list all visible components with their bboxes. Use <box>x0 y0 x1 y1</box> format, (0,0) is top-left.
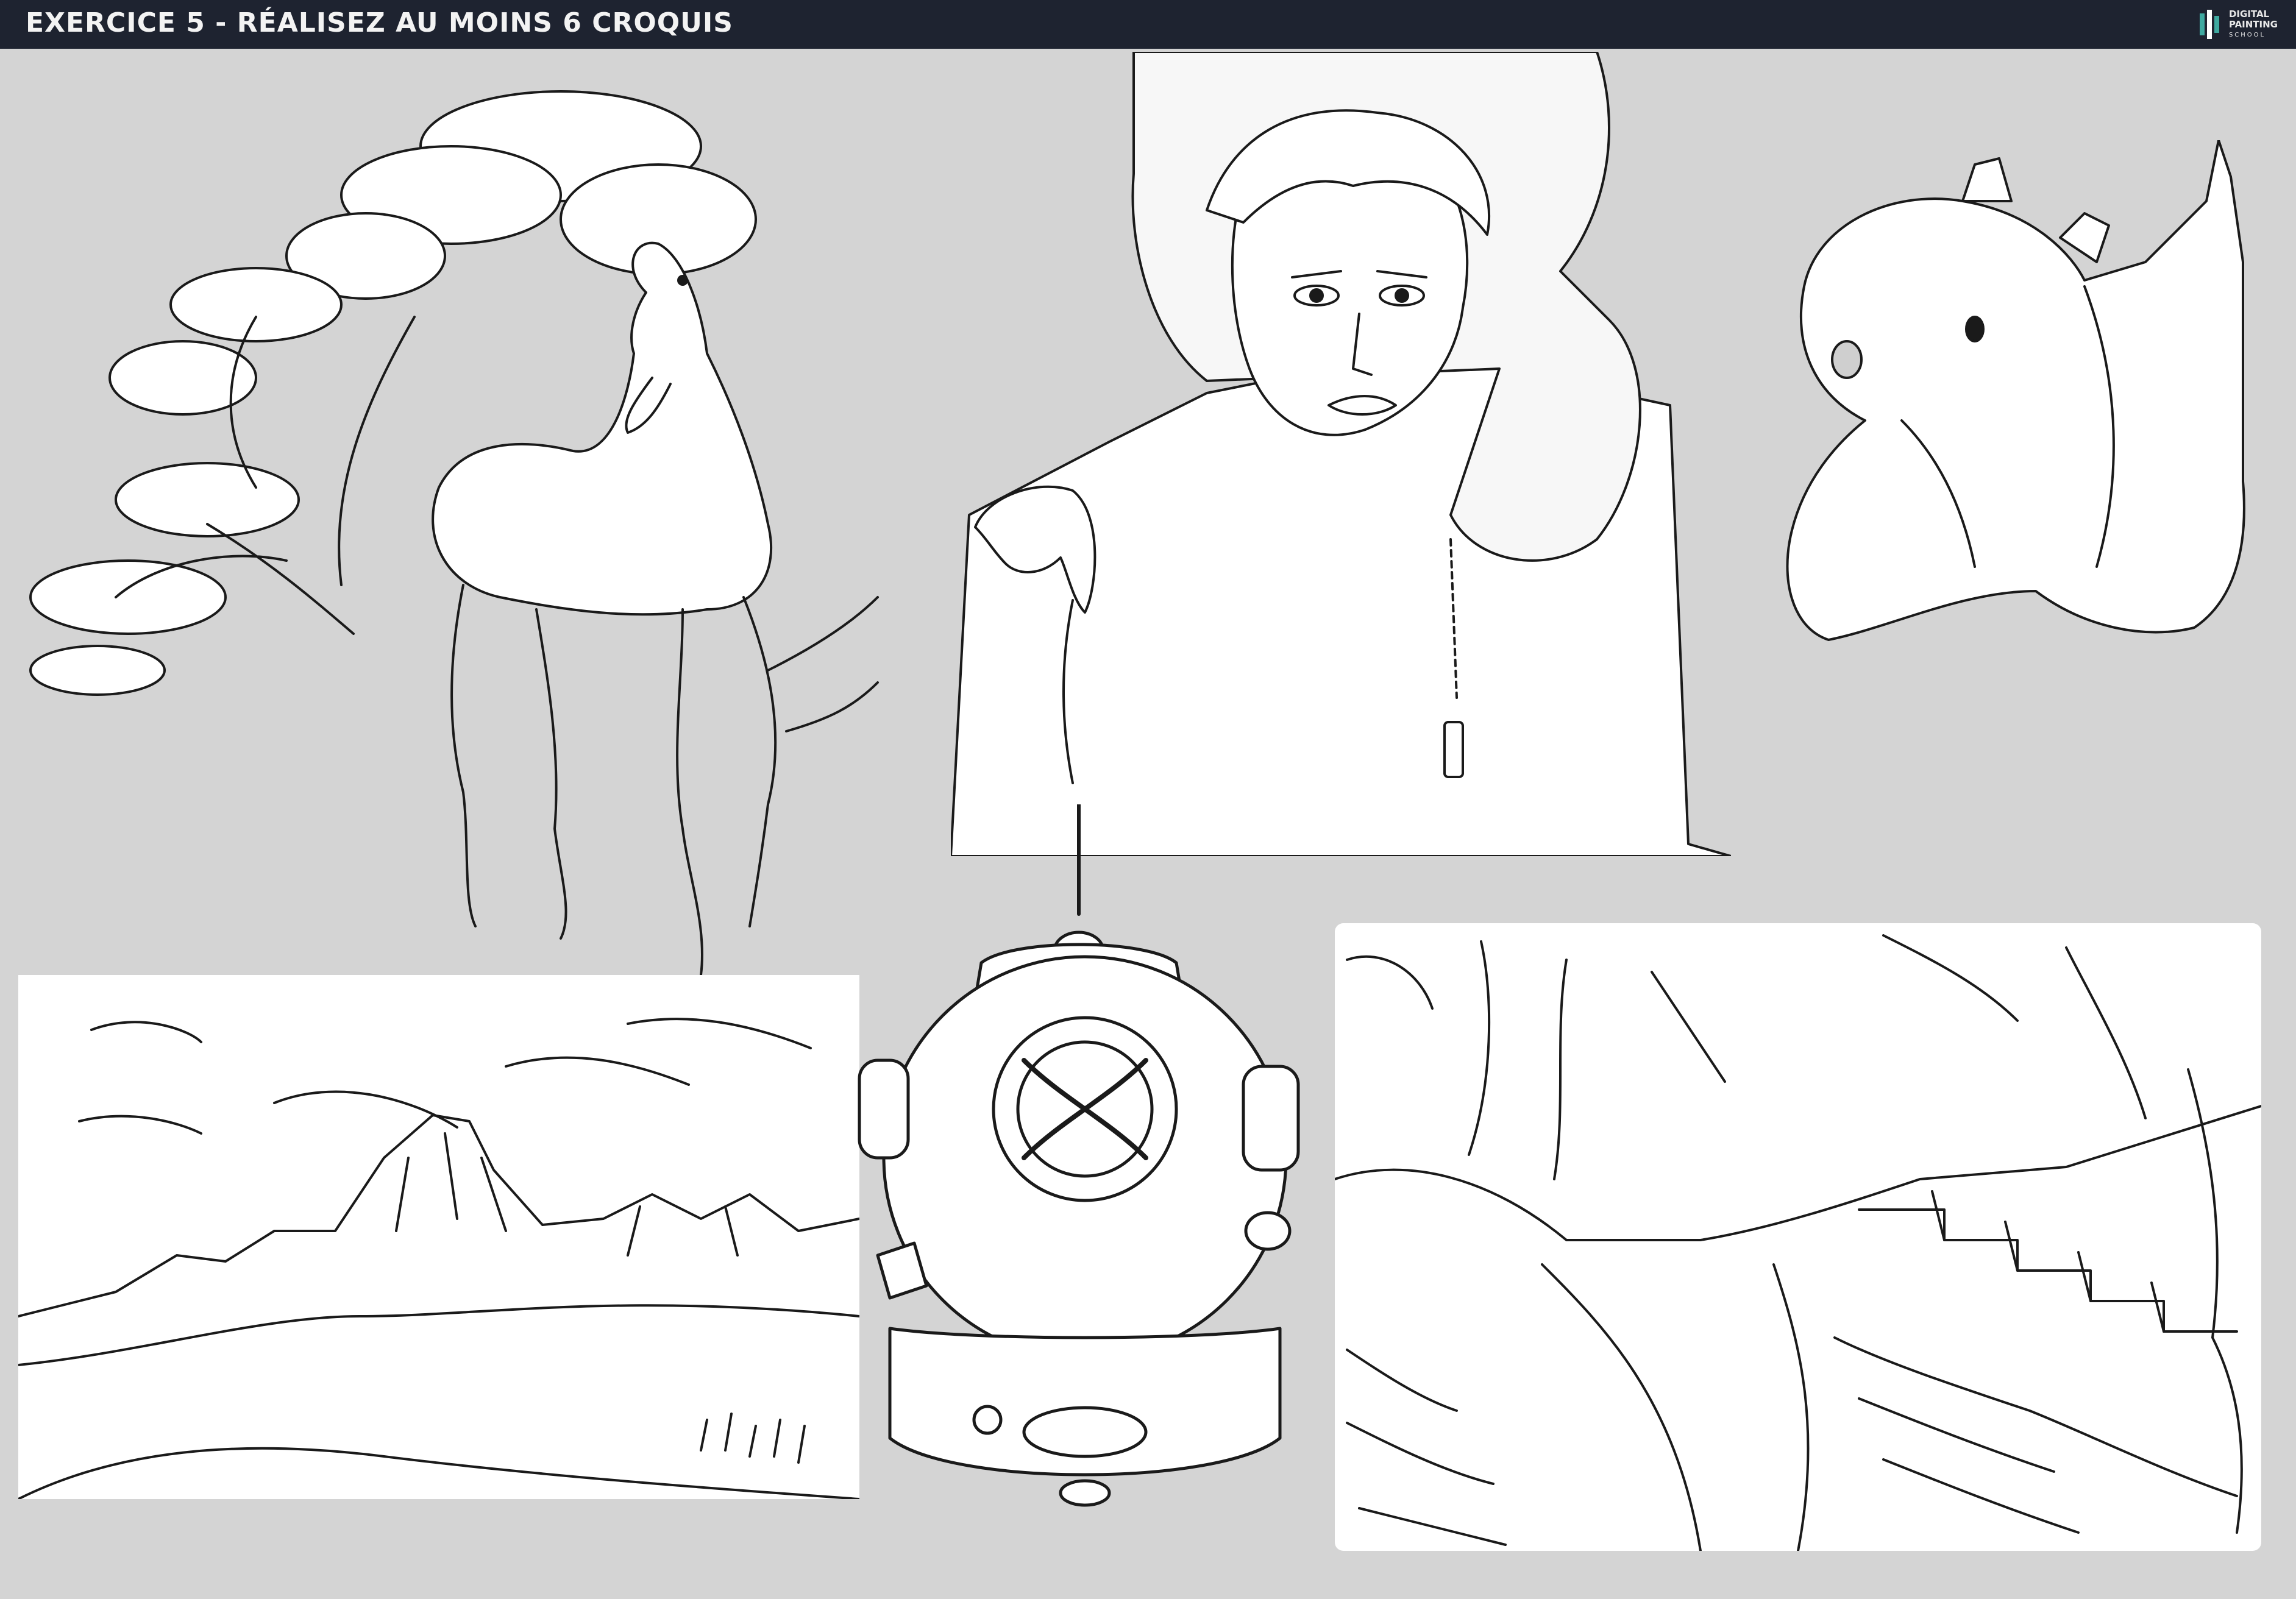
logo-line-1: DIGITAL <box>2228 8 2270 20</box>
logo-text: DIGITAL PAINTING SCHOOL <box>2229 9 2278 40</box>
plush-dragon-drawing <box>1786 140 2245 641</box>
horse-drawing <box>29 90 879 976</box>
header-bar: EXERCICE 5 - RÉALISEZ AU MOINS 6 CROQUIS… <box>0 0 2296 49</box>
forest-river-drawing <box>1335 934 2261 1551</box>
sketch-horse <box>24 61 902 999</box>
mountain-landscape-drawing <box>18 1018 859 1499</box>
page-title: EXERCICE 5 - RÉALISEZ AU MOINS 6 CROQUIS <box>26 7 733 38</box>
sketch-forest-river <box>1335 923 2261 1551</box>
diving-helmet-drawing <box>858 804 1300 1507</box>
logo-line-3: SCHOOL <box>2228 31 2266 38</box>
logo-icon <box>2199 10 2219 39</box>
school-logo: DIGITAL PAINTING SCHOOL <box>2197 6 2278 43</box>
sketch-plush-dragon <box>1780 140 2255 713</box>
logo-line-2: PAINTING <box>2228 18 2278 30</box>
sketch-woman <box>951 52 1731 856</box>
woman-drawing <box>951 52 1731 856</box>
sketch-mountain-landscape <box>18 975 859 1499</box>
sketch-diving-helmet <box>853 804 1317 1536</box>
